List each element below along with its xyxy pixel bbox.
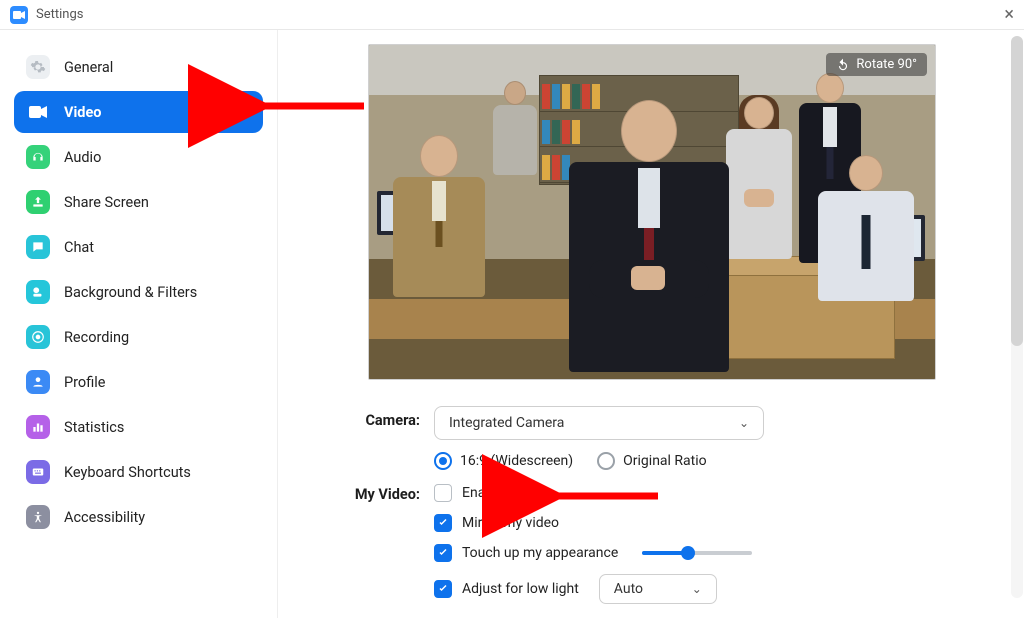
aspect-ratio-16-9-radio[interactable]: 16:9 (Widescreen) xyxy=(434,452,573,470)
sidebar-item-accessibility[interactable]: Accessibility xyxy=(14,496,263,538)
sidebar-item-label: Chat xyxy=(64,239,94,256)
profile-icon xyxy=(26,370,50,394)
sidebar-item-label: Recording xyxy=(64,329,129,346)
sidebar-item-recording[interactable]: Recording xyxy=(14,316,263,358)
mirror-video-checkbox[interactable] xyxy=(434,514,452,532)
sidebar-item-label: General xyxy=(64,59,113,76)
checkbox-label: Adjust for low light xyxy=(462,581,579,597)
checkbox-label: Mirror my video xyxy=(462,515,559,531)
low-light-mode-value: Auto xyxy=(614,581,643,597)
video-settings-form: Camera: Integrated Camera ⌄ 16:9 (Widesc… xyxy=(336,406,1008,604)
share-screen-icon xyxy=(26,190,50,214)
chevron-down-icon: ⌄ xyxy=(692,582,702,596)
record-icon xyxy=(26,325,50,349)
camera-label: Camera: xyxy=(336,406,434,429)
title-bar: Settings × xyxy=(0,0,1024,30)
sidebar-item-label: Audio xyxy=(64,149,101,166)
video-preview-container: Rotate 90° xyxy=(368,44,1008,380)
rotate-label: Rotate 90° xyxy=(856,57,917,72)
headphones-icon xyxy=(26,145,50,169)
radio-label: Original Ratio xyxy=(623,453,706,469)
sidebar-item-label: Accessibility xyxy=(64,509,145,526)
camera-select-value: Integrated Camera xyxy=(449,415,564,431)
sidebar-item-label: Statistics xyxy=(64,419,124,436)
sidebar-item-label: Background & Filters xyxy=(64,284,197,301)
radio-label: 16:9 (Widescreen) xyxy=(460,453,573,469)
sidebar-item-video[interactable]: Video xyxy=(14,91,263,133)
camera-select[interactable]: Integrated Camera ⌄ xyxy=(434,406,764,440)
touch-up-slider[interactable] xyxy=(642,551,752,555)
sidebar-item-chat[interactable]: Chat xyxy=(14,226,263,268)
accessibility-icon xyxy=(26,505,50,529)
enable-hd-checkbox[interactable] xyxy=(434,484,452,502)
keyboard-icon xyxy=(26,460,50,484)
app-icon xyxy=(10,6,28,24)
sidebar-item-audio[interactable]: Audio xyxy=(14,136,263,178)
background-icon xyxy=(26,280,50,304)
sidebar-item-general[interactable]: General xyxy=(14,46,263,88)
sidebar-item-share-screen[interactable]: Share Screen xyxy=(14,181,263,223)
radio-icon xyxy=(434,452,452,470)
statistics-icon xyxy=(26,415,50,439)
video-icon xyxy=(26,100,50,124)
sidebar-item-background-filters[interactable]: Background & Filters xyxy=(14,271,263,313)
rotate-icon xyxy=(836,58,850,72)
sidebar-item-statistics[interactable]: Statistics xyxy=(14,406,263,448)
checkbox-label: Enable HD xyxy=(462,485,527,501)
my-video-label: My Video: xyxy=(336,480,434,503)
checkbox-label: Touch up my appearance xyxy=(462,545,618,561)
touch-up-appearance-checkbox[interactable] xyxy=(434,544,452,562)
chevron-down-icon: ⌄ xyxy=(739,416,749,430)
vertical-scrollbar[interactable] xyxy=(1011,36,1023,598)
sidebar-item-label: Share Screen xyxy=(64,194,149,211)
rotate-button[interactable]: Rotate 90° xyxy=(826,53,927,76)
settings-main-panel: Rotate 90° Camera: Integrated Camera ⌄ 1… xyxy=(278,30,1024,618)
sidebar-item-keyboard-shortcuts[interactable]: Keyboard Shortcuts xyxy=(14,451,263,493)
video-preview: Rotate 90° xyxy=(368,44,936,380)
chat-icon xyxy=(26,235,50,259)
sidebar-item-label: Video xyxy=(64,104,102,121)
gear-icon xyxy=(26,55,50,79)
window-title: Settings xyxy=(36,7,83,22)
sidebar-item-label: Profile xyxy=(64,374,105,391)
adjust-low-light-checkbox[interactable] xyxy=(434,580,452,598)
sidebar-item-profile[interactable]: Profile xyxy=(14,361,263,403)
radio-icon xyxy=(597,452,615,470)
low-light-mode-select[interactable]: Auto ⌄ xyxy=(599,574,717,604)
close-button[interactable]: × xyxy=(1004,4,1014,25)
sidebar-item-label: Keyboard Shortcuts xyxy=(64,464,191,481)
settings-sidebar: General Video Audio Share Screen Chat xyxy=(0,30,278,618)
aspect-ratio-original-radio[interactable]: Original Ratio xyxy=(597,452,706,470)
